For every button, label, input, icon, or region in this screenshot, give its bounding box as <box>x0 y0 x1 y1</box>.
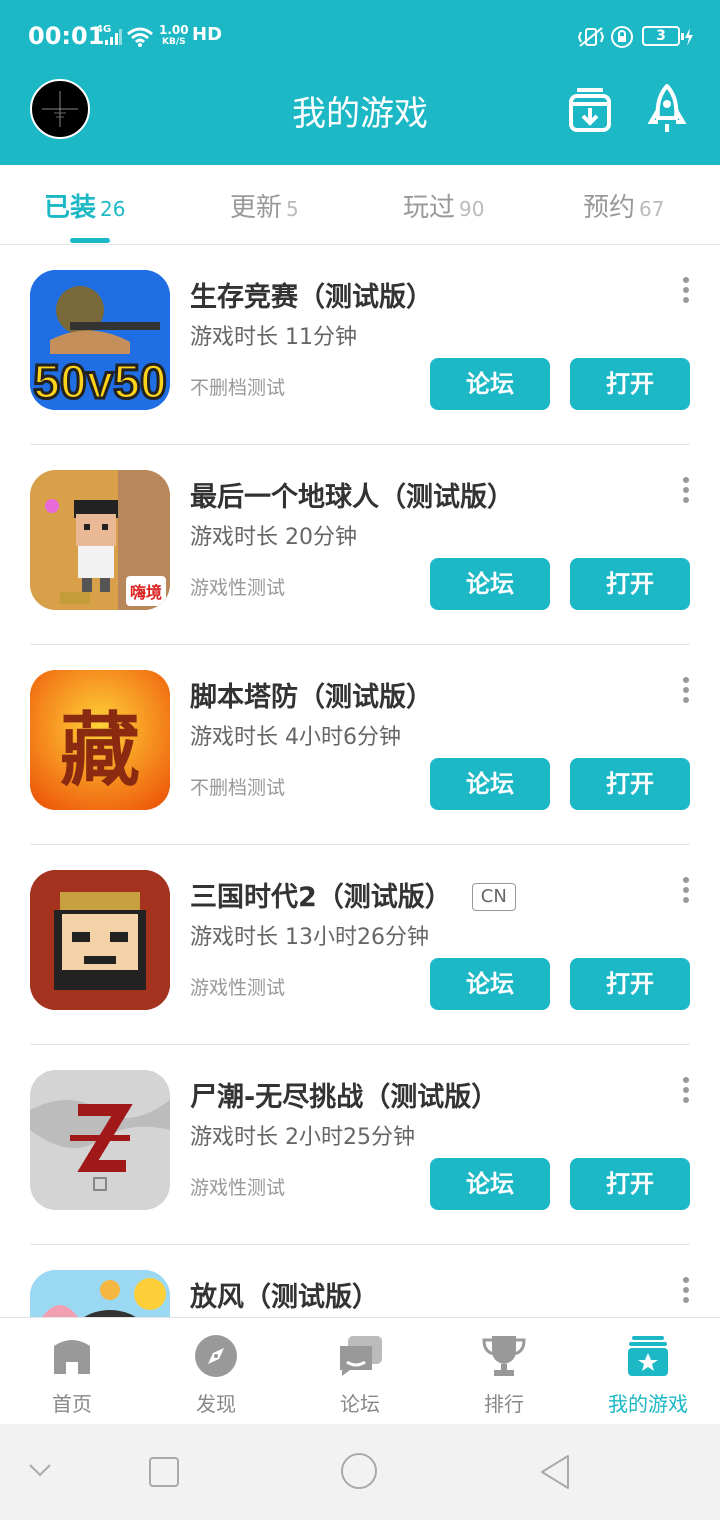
game-title: 放风（测试版） <box>190 1282 379 1313</box>
rocket-button[interactable] <box>646 83 692 134</box>
more-options-icon[interactable] <box>676 1077 696 1107</box>
game-icon-last-earthman[interactable]: 嗨境 <box>30 470 170 610</box>
game-icon-tower-defense[interactable]: 藏 <box>30 670 170 810</box>
home-button-icon[interactable] <box>340 1452 378 1490</box>
trophy-icon <box>482 1336 526 1376</box>
play-time: 游戏时长 2小时25分钟 <box>190 1125 415 1150</box>
app-header: 00:01 4G 1.00 KB/S HD 3 我的游戏 <box>0 0 720 165</box>
game-title: 脚本塔防（测试版） <box>190 682 433 713</box>
vibrate-icon <box>577 27 605 47</box>
back-icon[interactable] <box>538 1454 572 1490</box>
test-type-label: 不删档测试 <box>190 377 286 399</box>
hd-indicator: HD <box>192 24 223 45</box>
game-artwork <box>30 870 170 1010</box>
tab-bar: 已装 26 更新 5 玩过 90 预约 67 <box>0 165 720 245</box>
test-type-label: 游戏性测试 <box>190 1177 286 1199</box>
game-icon-three-kingdoms[interactable] <box>30 870 170 1010</box>
tab-installed[interactable]: 已装 26 <box>44 187 125 224</box>
game-title: 尸潮-无尽挑战（测试版） <box>190 1082 499 1113</box>
list-item[interactable]: 放风（测试版） <box>0 1245 720 1317</box>
list-item[interactable]: 嗨境 最后一个地球人（测试版） 游戏时长 20分钟 游戏性测试 论坛 打开 <box>0 445 720 645</box>
wifi-icon <box>127 27 153 47</box>
download-icon <box>569 88 611 132</box>
open-button[interactable]: 打开 <box>570 958 690 1010</box>
forum-button[interactable]: 论坛 <box>430 758 550 810</box>
svg-text:嗨境: 嗨境 <box>130 583 162 602</box>
active-tab-indicator <box>70 238 110 243</box>
list-item[interactable]: 50v50 生存竞赛（测试版） 游戏时长 11分钟 不删档测试 论坛 打开 <box>0 245 720 445</box>
game-title: 最后一个地球人（测试版） <box>190 482 514 513</box>
game-title: 生存竞赛（测试版） <box>190 282 433 313</box>
forum-button[interactable]: 论坛 <box>430 958 550 1010</box>
forum-button[interactable]: 论坛 <box>430 1158 550 1210</box>
recents-icon[interactable] <box>148 1456 180 1488</box>
svg-text:藏: 藏 <box>60 704 140 797</box>
test-type-label: 不删档测试 <box>190 777 286 799</box>
charging-icon <box>685 28 693 46</box>
forum-button[interactable]: 论坛 <box>430 358 550 410</box>
nav-ranking[interactable]: 排行 <box>432 1318 576 1425</box>
status-time: 00:01 <box>28 22 105 50</box>
tab-reserved[interactable]: 预约 67 <box>583 187 664 224</box>
svg-text:50v50: 50v50 <box>33 356 166 409</box>
play-time: 游戏时长 11分钟 <box>190 325 357 350</box>
list-item[interactable]: 尸潮-无尽挑战（测试版） 游戏时长 2小时25分钟 游戏性测试 论坛 打开 <box>0 1045 720 1245</box>
more-options-icon[interactable] <box>676 877 696 907</box>
game-artwork <box>30 1270 170 1317</box>
forum-button[interactable]: 论坛 <box>430 558 550 610</box>
game-icon-zombie-tide[interactable] <box>30 1070 170 1210</box>
home-icon <box>54 1340 90 1374</box>
signal-icon <box>105 29 122 45</box>
region-badge: CN <box>471 883 516 911</box>
play-time: 游戏时长 13小时26分钟 <box>190 925 429 950</box>
play-time: 游戏时长 4小时6分钟 <box>190 725 401 750</box>
compass-icon <box>195 1335 237 1377</box>
battery-level: 3 <box>642 26 684 46</box>
test-type-label: 游戏性测试 <box>190 977 286 999</box>
bottom-navigation: 首页 发现 论坛 排行 我的游戏 <box>0 1317 720 1424</box>
game-artwork: 藏 <box>30 670 170 810</box>
game-icon-fangfeng[interactable] <box>30 1270 170 1317</box>
nav-discover[interactable]: 发现 <box>144 1318 288 1425</box>
rocket-icon <box>647 83 687 132</box>
my-games-icon <box>628 1336 668 1376</box>
network-speed: 1.00 KB/S <box>159 23 189 47</box>
open-button[interactable]: 打开 <box>570 1158 690 1210</box>
lock-rotation-icon <box>611 26 633 48</box>
play-time: 游戏时长 20分钟 <box>190 525 357 550</box>
open-button[interactable]: 打开 <box>570 558 690 610</box>
nav-home[interactable]: 首页 <box>0 1318 144 1425</box>
tab-played[interactable]: 玩过 90 <box>403 187 484 224</box>
open-button[interactable]: 打开 <box>570 758 690 810</box>
chevron-down-icon[interactable] <box>28 1462 52 1478</box>
status-bar: 00:01 4G 1.00 KB/S HD 3 <box>0 0 720 72</box>
test-type-label: 游戏性测试 <box>190 577 286 599</box>
forum-icon <box>340 1336 382 1376</box>
more-options-icon[interactable] <box>676 477 696 507</box>
system-navigation-bar <box>0 1424 720 1520</box>
more-options-icon[interactable] <box>676 277 696 307</box>
download-button[interactable] <box>567 84 613 134</box>
game-icon-survival[interactable]: 50v50 <box>30 270 170 410</box>
nav-forum[interactable]: 论坛 <box>288 1318 432 1425</box>
more-options-icon[interactable] <box>676 677 696 707</box>
game-artwork <box>30 1070 170 1210</box>
more-options-icon[interactable] <box>676 1277 696 1307</box>
open-button[interactable]: 打开 <box>570 358 690 410</box>
game-list[interactable]: 50v50 生存竞赛（测试版） 游戏时长 11分钟 不删档测试 论坛 打开 嗨境… <box>0 245 720 1317</box>
list-item[interactable]: 藏 脚本塔防（测试版） 游戏时长 4小时6分钟 不删档测试 论坛 打开 <box>0 645 720 845</box>
game-title: 三国时代2（测试版） CN <box>190 875 516 914</box>
game-artwork: 嗨境 <box>30 470 170 610</box>
game-artwork: 50v50 <box>30 270 170 410</box>
list-item[interactable]: 三国时代2（测试版） CN 游戏时长 13小时26分钟 游戏性测试 论坛 打开 <box>0 845 720 1045</box>
nav-my-games[interactable]: 我的游戏 <box>576 1318 720 1425</box>
tab-updates[interactable]: 更新 5 <box>230 187 299 224</box>
